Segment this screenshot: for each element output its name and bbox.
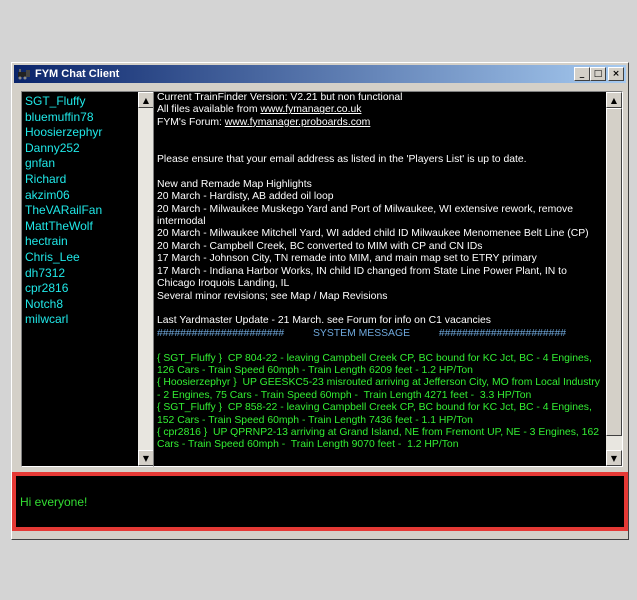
chat-line: 20 March - Campbell Creek, BC converted … — [157, 240, 483, 252]
chat-line: FYM's Forum: www.fymanager.proboards.com — [157, 116, 371, 128]
close-button[interactable]: × — [608, 67, 624, 81]
user-list-item[interactable]: milwcarl — [25, 312, 154, 328]
minimize-button[interactable]: _ — [574, 67, 590, 81]
chat-line: Several minor revisions; see Map / Map R… — [157, 290, 388, 302]
chat-scroll-thumb[interactable] — [606, 108, 622, 436]
chat-window: FYM Chat Client _ □ × SGT_Fluffy bluemuff… — [11, 62, 629, 540]
chat-scrollbar[interactable]: ▲ ▼ — [606, 92, 622, 466]
user-list-item[interactable]: TheVARailFan — [25, 203, 154, 219]
chat-link[interactable]: www.fymanager.co.uk — [260, 104, 361, 115]
message-input[interactable] — [16, 476, 624, 527]
scroll-up-arrow-icon[interactable]: ▲ — [138, 92, 154, 108]
chat-line: Please ensure that your email address as… — [157, 154, 527, 166]
chat-log[interactable]: Current TrainFinder Version: V2.21 but n… — [153, 91, 623, 467]
user-list-item[interactable]: Notch8 — [25, 297, 154, 313]
chat-line — [157, 340, 604, 352]
chat-line — [157, 303, 604, 315]
chat-line: 17 March - Indiana Harbor Works, IN chil… — [157, 265, 570, 290]
scroll-down-arrow-icon[interactable]: ▼ — [138, 450, 154, 466]
chat-line: 20 March - Milwaukee Mitchell Yard, WI a… — [157, 228, 589, 240]
app-icon — [18, 69, 30, 80]
chat-line: { SGT_Fluffy } CP 858-22 - leaving Campb… — [157, 402, 595, 426]
user-list-item[interactable]: SGT_Fluffy — [25, 94, 154, 110]
chat-line: { Hoosierzephyr } UP GEESKC5-23 misroute… — [157, 377, 603, 401]
chat-line: { SGT_Fluffy } CP 804-22 - leaving Campb… — [157, 352, 595, 376]
user-list-item[interactable]: cpr2816 — [25, 281, 154, 297]
system-message-line: ###################### SYSTEM MESSAGE ##… — [157, 327, 567, 339]
chat-messages: Current TrainFinder Version: V2.21 but n… — [157, 92, 604, 452]
chat-line: Last Yardmaster Update - 21 March. see F… — [157, 315, 492, 327]
chat-line: 20 March - Hardisty, AB added oil loop — [157, 191, 334, 203]
chat-line: { cpr2816 } UP QPRNP2-13 arriving at Gra… — [157, 426, 602, 451]
chat-line: New and Remade Map Highlights — [157, 178, 312, 190]
window-title: FYM Chat Client — [35, 68, 120, 80]
user-list-item[interactable]: Richard — [25, 172, 154, 188]
user-list-item[interactable]: bluemuffin78 — [25, 110, 154, 126]
user-list[interactable]: SGT_Fluffy bluemuffin78 Hoosierzephyr Danny… — [21, 91, 155, 467]
user-list-item[interactable]: akzim06 — [25, 188, 154, 204]
user-list-scrollbar[interactable]: ▲ ▼ — [138, 92, 154, 466]
user-list-item[interactable]: dh7312 — [25, 266, 154, 282]
maximize-button[interactable]: □ — [590, 67, 606, 81]
chat-line: 17 March - Johnson City, TN remade into … — [157, 253, 537, 265]
scroll-down-arrow-icon[interactable]: ▼ — [606, 450, 622, 466]
user-list-item[interactable]: Danny252 — [25, 141, 154, 157]
user-list-item[interactable]: Hoosierzephyr — [25, 125, 154, 141]
user-list-item[interactable]: hectrain — [25, 234, 154, 250]
chat-line: All files available from www.fymanager.c… — [157, 104, 362, 116]
chat-line: Current TrainFinder Version: V2.21 but n… — [157, 92, 403, 103]
user-list-item[interactable]: gnfan — [25, 156, 154, 172]
chat-line — [157, 142, 604, 154]
user-list-item[interactable]: Chris_Lee — [25, 250, 154, 266]
user-list-item[interactable]: MattTheWolf — [25, 219, 154, 235]
message-input-highlight — [12, 472, 628, 531]
chat-line — [157, 129, 604, 141]
scroll-up-arrow-icon[interactable]: ▲ — [606, 92, 622, 108]
chat-line: 20 March - Milwaukee Muskego Yard and Po… — [157, 203, 576, 228]
title-bar[interactable]: FYM Chat Client _ □ × — [14, 65, 626, 83]
user-list-items: SGT_Fluffy bluemuffin78 Hoosierzephyr Danny… — [22, 92, 154, 328]
chat-link[interactable]: www.fymanager.proboards.com — [225, 117, 371, 128]
chat-line — [157, 166, 604, 178]
